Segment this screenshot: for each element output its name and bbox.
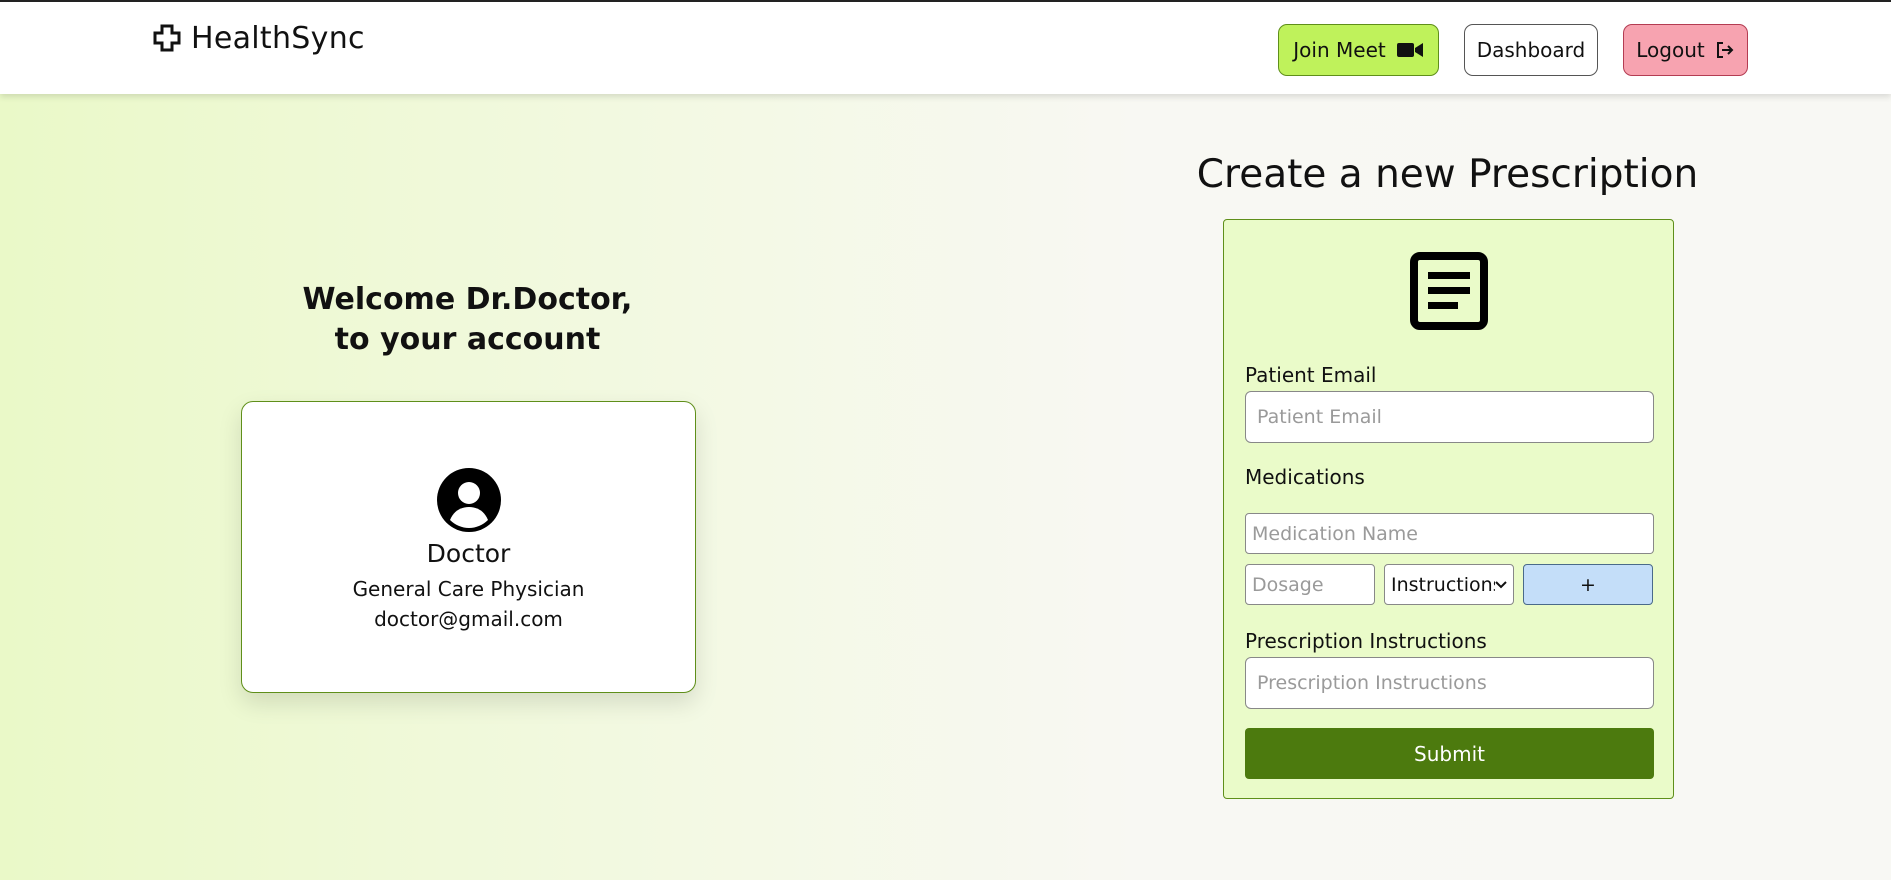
welcome-heading: Welcome Dr.Doctor, to your account (240, 280, 695, 360)
doctor-role: General Care Physician (352, 577, 585, 601)
instructions-select[interactable]: Instructions (1384, 564, 1514, 605)
join-meet-label: Join Meet (1293, 38, 1386, 62)
doctor-profile-card: Doctor General Care Physician doctor@gma… (241, 401, 696, 693)
user-avatar-icon (437, 468, 501, 532)
document-icon (1410, 252, 1488, 330)
chevron-down-icon (1495, 580, 1507, 588)
brand[interactable]: HealthSync (153, 20, 365, 56)
join-meet-button[interactable]: Join Meet (1278, 24, 1439, 76)
brand-name: HealthSync (191, 20, 365, 56)
medical-cross-icon (153, 24, 181, 52)
submit-button[interactable]: Submit (1245, 728, 1654, 779)
doctor-name: Doctor (426, 539, 511, 568)
prescription-instructions-input[interactable] (1245, 657, 1654, 709)
prescription-form: Patient Email Medications Instructions +… (1223, 219, 1674, 799)
medication-name-input[interactable] (1245, 513, 1654, 554)
form-title: Create a new Prescription (1196, 152, 1699, 197)
welcome-line-2: to your account (334, 322, 601, 357)
dosage-input[interactable] (1245, 564, 1375, 605)
patient-email-input[interactable] (1245, 391, 1654, 443)
medications-label: Medications (1245, 465, 1365, 489)
doctor-email: doctor@gmail.com (374, 607, 563, 631)
dashboard-label: Dashboard (1476, 38, 1586, 62)
logout-button[interactable]: Logout (1623, 24, 1748, 76)
dashboard-button[interactable]: Dashboard (1464, 24, 1598, 76)
patient-email-label: Patient Email (1245, 363, 1377, 387)
welcome-line-1: Welcome Dr.Doctor, (302, 282, 633, 317)
add-medication-button[interactable]: + (1523, 564, 1653, 605)
prescription-instructions-label: Prescription Instructions (1245, 629, 1487, 653)
logout-label: Logout (1636, 38, 1705, 62)
video-camera-icon (1396, 43, 1423, 57)
instructions-select-value: Instructions (1391, 573, 1495, 596)
top-navbar: HealthSync Join Meet Dashboard Logout (0, 0, 1891, 94)
logout-icon (1716, 42, 1734, 58)
